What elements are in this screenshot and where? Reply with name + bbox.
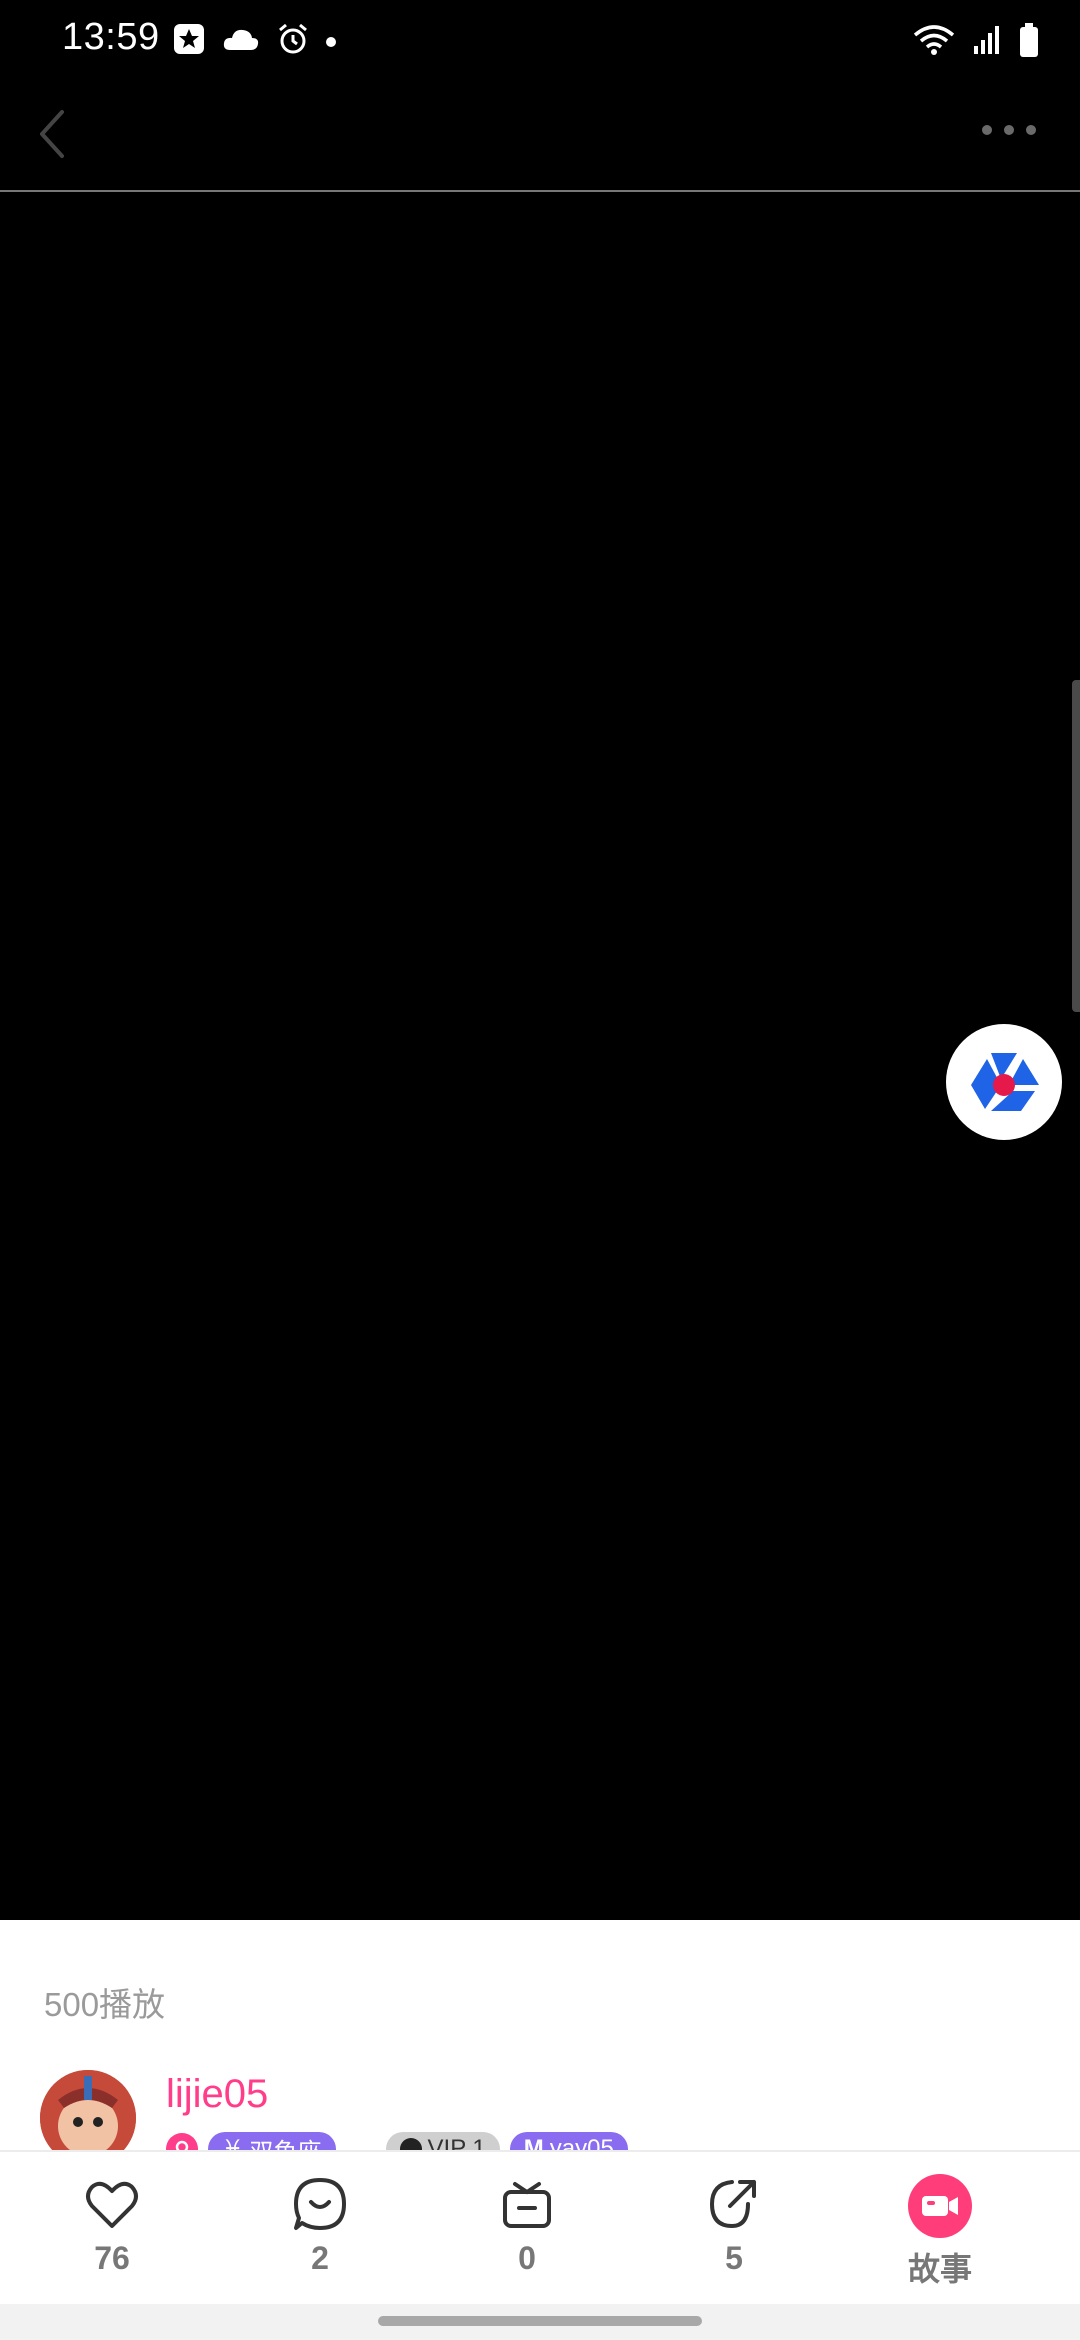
heart-icon bbox=[86, 2181, 138, 2228]
chevron-left-icon bbox=[40, 110, 64, 158]
action-bar: 76 2 0 5 故事 bbox=[0, 2150, 1080, 2306]
gesture-navigation bbox=[0, 2304, 1080, 2340]
star-app-icon bbox=[172, 22, 206, 61]
zodiac-label: 双鱼座 bbox=[250, 2132, 322, 2151]
zodiac-badge: ♓ 双鱼座 bbox=[208, 2132, 336, 2150]
share-button[interactable]: 5 bbox=[674, 2174, 794, 2277]
comment-button[interactable]: 2 bbox=[260, 2174, 380, 2277]
more-dots-icon bbox=[982, 125, 992, 135]
status-time: 13:59 bbox=[62, 16, 160, 58]
assistant-badge-icon bbox=[971, 1053, 1039, 1111]
gender-badge bbox=[166, 2133, 198, 2150]
status-bar: 13:59 bbox=[0, 0, 1080, 80]
status-icons-right bbox=[912, 22, 1040, 63]
story-label: 故事 bbox=[907, 2251, 972, 2287]
story-camera-icon bbox=[908, 2174, 972, 2238]
back-button[interactable] bbox=[28, 102, 76, 166]
gift-icon bbox=[503, 2182, 551, 2228]
notification-dot-icon bbox=[326, 36, 336, 47]
more-button[interactable] bbox=[982, 120, 1036, 140]
assistant-floating-button[interactable] bbox=[946, 1024, 1062, 1140]
wifi-icon bbox=[912, 23, 956, 62]
story-button[interactable]: 故事 bbox=[880, 2174, 1000, 2290]
comment-count: 2 bbox=[311, 2240, 329, 2276]
like-count: 76 bbox=[94, 2240, 130, 2276]
video-player[interactable] bbox=[0, 192, 1080, 1920]
id-label: yay05 bbox=[549, 2135, 614, 2150]
username[interactable]: lijie05 bbox=[166, 2072, 268, 2117]
user-badges: ♓ 双鱼座 VIP 1 M yay05 bbox=[166, 2132, 628, 2150]
signal-icon bbox=[972, 24, 1002, 61]
pisces-icon: ♓ bbox=[222, 2135, 244, 2151]
comment-icon bbox=[294, 2178, 346, 2230]
home-gesture-handle[interactable] bbox=[378, 2316, 702, 2326]
share-icon bbox=[709, 2180, 756, 2229]
avatar-image bbox=[40, 2070, 136, 2150]
id-badge: M yay05 bbox=[509, 2132, 628, 2150]
cloud-icon bbox=[222, 26, 260, 57]
top-nav bbox=[0, 80, 1080, 192]
gift-button[interactable]: 0 bbox=[467, 2174, 587, 2277]
share-count: 5 bbox=[725, 2240, 743, 2276]
play-count: 500播放 bbox=[44, 1986, 166, 2023]
status-icons-left bbox=[172, 22, 336, 61]
alarm-icon bbox=[276, 22, 310, 61]
vip-icon bbox=[399, 2138, 422, 2150]
battery-icon bbox=[1018, 22, 1040, 63]
vip-badge: VIP 1 bbox=[385, 2132, 500, 2150]
post-info-panel: 500播放 lijie05 ♓ 双鱼座 VIP 1 M yay05 bbox=[0, 1920, 1080, 2150]
gift-count: 0 bbox=[518, 2240, 536, 2276]
avatar[interactable] bbox=[40, 2070, 136, 2150]
side-scroll-indicator bbox=[1072, 680, 1080, 1012]
like-button[interactable]: 76 bbox=[52, 2174, 172, 2277]
id-icon: M bbox=[523, 2135, 544, 2150]
vip-label: VIP 1 bbox=[427, 2135, 486, 2150]
female-icon bbox=[175, 2140, 189, 2150]
